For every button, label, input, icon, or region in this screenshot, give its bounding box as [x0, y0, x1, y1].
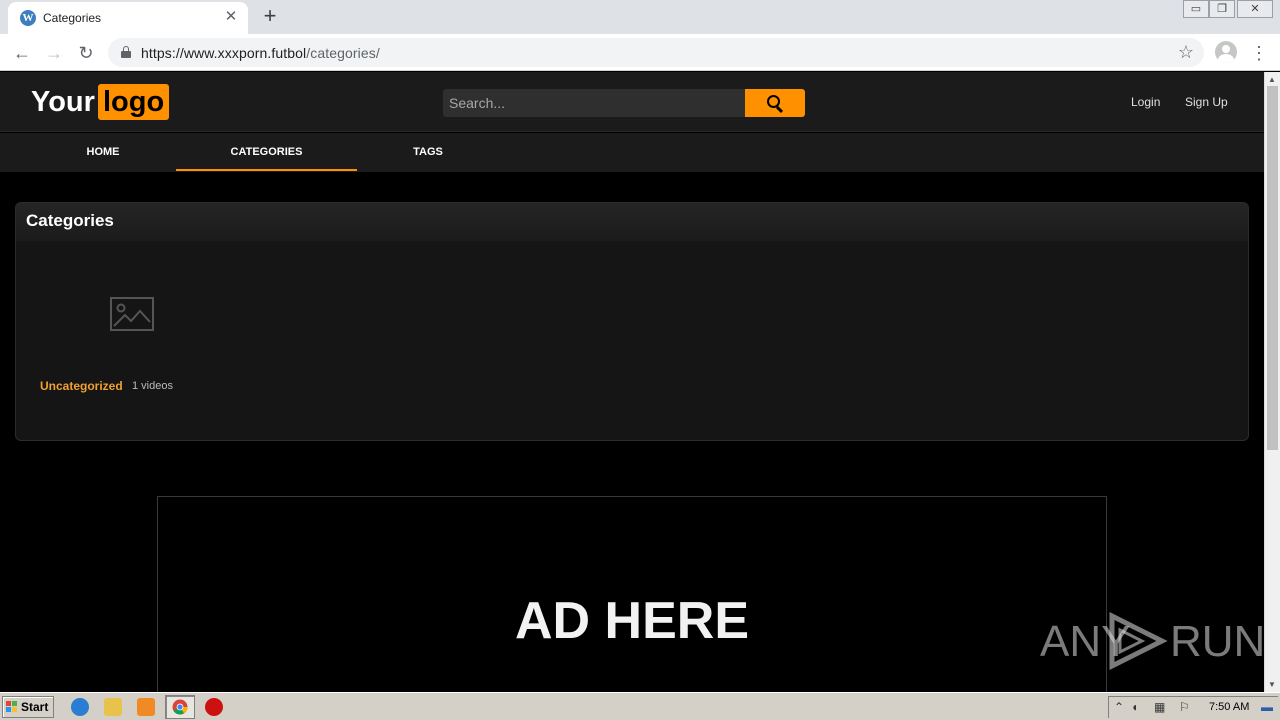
start-button[interactable]: Start — [2, 696, 54, 718]
scroll-down-icon[interactable]: ▼ — [1268, 680, 1276, 689]
address-bar[interactable]: https://www.xxxporn.futbol/categories/ ☆ — [108, 38, 1204, 67]
internet-explorer-icon[interactable] — [71, 698, 89, 716]
forward-icon[interactable]: → — [42, 41, 66, 65]
page-scrollbar[interactable]: ▲ ▼ — [1264, 72, 1280, 692]
web-page: Your logo Login Sign Up HOME CATEGORIES … — [0, 72, 1264, 692]
windows-taskbar: Start ⌃ ◖ ▦ ⚐ 7:50 AM ▬ — [0, 692, 1280, 720]
category-video-count: 1 videos — [132, 380, 173, 392]
chrome-icon — [172, 699, 188, 715]
tab-close-icon[interactable]: ✕ — [222, 8, 240, 26]
scroll-thumb[interactable] — [1267, 86, 1278, 450]
login-link[interactable]: Login — [1131, 95, 1160, 109]
ad-text: AD HERE — [514, 592, 750, 650]
signup-link[interactable]: Sign Up — [1185, 95, 1228, 109]
show-desktop-icon[interactable]: ▬ — [1261, 700, 1273, 714]
wordpress-favicon-icon: W — [20, 10, 36, 26]
logo-word: Your — [31, 86, 95, 118]
category-thumbnail[interactable] — [40, 241, 224, 391]
watermark-right: RUN — [1170, 617, 1264, 666]
site-nav: HOME CATEGORIES TAGS — [0, 133, 1264, 172]
bookmark-star-icon[interactable]: ☆ — [1178, 42, 1194, 63]
restore-button[interactable]: ❐ — [1209, 0, 1235, 18]
category-name-link[interactable]: Uncategorized — [40, 379, 123, 393]
panel-header: Categories — [16, 203, 1248, 241]
volume-icon[interactable]: ◖ — [1131, 700, 1138, 714]
lock-icon — [121, 46, 131, 58]
network-icon[interactable]: ▦ — [1154, 700, 1165, 714]
image-placeholder-icon — [110, 297, 154, 331]
browser-tab-bar: W Categories ✕ + ▭ ❐ ✕ — [0, 0, 1280, 34]
browser-menu-icon[interactable]: ⋮ — [1250, 41, 1268, 65]
close-window-button[interactable]: ✕ — [1237, 0, 1273, 18]
ad-banner[interactable]: AD HERE — [157, 496, 1107, 692]
windows-flag-icon — [6, 701, 18, 713]
chrome-taskbar-button[interactable] — [165, 695, 195, 719]
url-path: /categories/ — [306, 45, 380, 61]
categories-panel: Categories Uncategorized 1 videos — [15, 202, 1249, 441]
opera-icon[interactable] — [205, 698, 223, 716]
site-header: Your logo Login Sign Up — [0, 72, 1264, 132]
url-text[interactable]: https://www.xxxporn.futbol/categories/ — [141, 45, 380, 61]
play-logo-icon — [1109, 612, 1168, 670]
start-label: Start — [21, 700, 49, 714]
nav-tags[interactable]: TAGS — [338, 133, 518, 171]
url-host: https://www.xxxporn.futbol — [141, 45, 307, 61]
profile-avatar-icon[interactable] — [1215, 41, 1237, 63]
system-tray: ⌃ ◖ ▦ ⚐ 7:50 AM ▬ — [1108, 696, 1278, 718]
nav-categories[interactable]: CATEGORIES — [176, 133, 357, 171]
back-icon[interactable]: ← — [10, 41, 34, 65]
nav-home[interactable]: HOME — [12, 133, 194, 171]
scroll-up-icon[interactable]: ▲ — [1268, 75, 1276, 84]
browser-toolbar: ← → ↻ https://www.xxxporn.futbol/categor… — [0, 34, 1280, 71]
folder-icon[interactable] — [104, 698, 122, 716]
reload-icon[interactable]: ↻ — [74, 41, 98, 65]
media-player-icon[interactable] — [137, 698, 155, 716]
search-button[interactable] — [745, 89, 805, 117]
browser-tab[interactable]: W Categories ✕ — [8, 2, 248, 34]
tray-expand-icon[interactable]: ⌃ — [1114, 700, 1124, 714]
search-input[interactable] — [443, 89, 745, 117]
taskbar-clock[interactable]: 7:50 AM — [1209, 701, 1249, 713]
minimize-button[interactable]: ▭ — [1183, 0, 1209, 18]
panel-title: Categories — [26, 211, 114, 230]
logo-box: logo — [98, 84, 170, 120]
tab-title: Categories — [43, 11, 102, 25]
action-center-flag-icon[interactable]: ⚐ — [1179, 700, 1190, 714]
new-tab-button[interactable]: + — [259, 5, 281, 27]
